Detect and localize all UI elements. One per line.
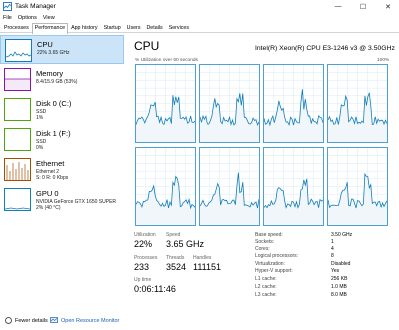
utilization-label: Utilization	[134, 232, 156, 238]
sidebar-gpu-name: GPU 0	[36, 189, 59, 198]
logical-processor-graphs	[135, 64, 390, 229]
chevron-up-icon[interactable]	[5, 317, 12, 324]
tab-performance[interactable]: Performance	[31, 23, 69, 34]
tab-app-history[interactable]: App history	[68, 23, 101, 32]
utilization-value: 22%	[134, 239, 153, 249]
core-graph-0	[135, 64, 196, 143]
spec-label: Base speed:	[255, 232, 283, 238]
spec-value: Yes	[331, 268, 340, 274]
minimize-button[interactable]: —	[327, 0, 349, 13]
spec-label: Cores:	[255, 246, 270, 252]
handles-label: Handles	[193, 255, 212, 261]
utilization-graph-max: 100%	[377, 58, 390, 63]
sidebar-cpu-name: CPU	[37, 40, 53, 49]
core-graph-4	[135, 147, 196, 226]
sidebar-disk1-name: Disk 1 (F:)	[36, 129, 71, 138]
window-title: Task Manager	[15, 3, 56, 10]
threads-label: Threads	[166, 255, 185, 261]
spec-value: 8	[331, 253, 334, 259]
core-graph-1	[199, 64, 260, 143]
maximize-button[interactable]: ☐	[352, 0, 374, 13]
tab-users[interactable]: Users	[124, 23, 144, 32]
memory-thumbnail-graph	[4, 68, 31, 91]
uptime-label: Up time	[134, 277, 152, 283]
sidebar-disk0-name: Disk 0 (C:)	[36, 99, 72, 108]
spec-value: 4	[331, 246, 334, 252]
sidebar-cpu-usage: 22% 3.65 GHz	[37, 50, 70, 56]
disk-1-thumbnail-graph	[4, 128, 31, 151]
sidebar-item-disk-0[interactable]: Disk 0 (C:) SSD 1%	[0, 95, 124, 124]
sidebar-item-disk-1[interactable]: Disk 1 (F:) SSD 0%	[0, 125, 124, 154]
menu-options[interactable]: Options	[15, 13, 40, 23]
ethernet-thumbnail-graph	[4, 158, 31, 181]
sidebar-disk1-usage: 0%	[36, 145, 44, 151]
tab-strip: Processes Performance App history Startu…	[0, 23, 399, 34]
sidebar-disk0-usage: 1%	[36, 115, 44, 121]
utilization-graph-label: % Utilization over 60 seconds	[135, 58, 198, 63]
tab-startup[interactable]: Startup	[101, 23, 124, 32]
spec-value: 8.0 MB	[331, 292, 347, 298]
resource-sidebar: CPU 22% 3.65 GHz Memory 8.4/15.9 GB (53%…	[0, 34, 124, 216]
sidebar-item-memory[interactable]: Memory 8.4/15.9 GB (53%)	[0, 65, 124, 94]
core-graph-5	[199, 147, 260, 226]
sidebar-memory-name: Memory	[36, 69, 64, 78]
core-graph-6	[263, 147, 324, 226]
open-resource-monitor-link[interactable]: Open Resource Monitor	[61, 312, 119, 330]
core-graph-3	[327, 64, 388, 143]
spec-value: 1.0 MB	[331, 284, 347, 290]
spec-label: Logical processors:	[255, 253, 299, 259]
core-graph-7	[327, 147, 388, 226]
cpu-model-name: Intel(R) Xeon(R) CPU E3-1246 v3 @ 3.50GH…	[255, 45, 395, 52]
cpu-thumbnail-graph	[5, 39, 32, 62]
tab-processes[interactable]: Processes	[1, 23, 32, 32]
tab-services[interactable]: Services	[166, 23, 192, 32]
sidebar-gpu-usage: 2% (40 °C)	[36, 205, 61, 211]
gpu-thumbnail-graph	[4, 188, 31, 211]
footer-bar: Fewer details Open Resource Monitor	[0, 312, 399, 330]
task-manager-icon	[3, 2, 12, 11]
speed-value: 3.65 GHz	[166, 239, 205, 249]
resource-monitor-icon[interactable]	[50, 317, 58, 324]
spec-value: Disabled	[331, 261, 351, 267]
title-bar: Task Manager — ☐ ✕	[0, 0, 399, 13]
spec-label: Hyper-V support:	[255, 268, 293, 274]
sidebar-item-cpu[interactable]: CPU 22% 3.65 GHz	[0, 35, 124, 64]
spec-label: Sockets:	[255, 239, 275, 245]
spec-value: 1	[331, 239, 334, 245]
sidebar-ethernet-name: Ethernet	[36, 159, 65, 168]
spec-label: L2 cache:	[255, 284, 277, 290]
spec-label: Virtualization:	[255, 261, 285, 267]
processes-label: Processes	[134, 255, 158, 261]
menu-bar: File Options View	[0, 13, 399, 23]
spec-value: 256 KB	[331, 276, 348, 282]
disk-0-thumbnail-graph	[4, 98, 31, 121]
processes-value: 233	[134, 262, 150, 272]
threads-value: 3524	[166, 262, 187, 272]
fewer-details-link[interactable]: Fewer details	[15, 312, 48, 330]
core-graph-2	[263, 64, 324, 143]
uptime-value: 0:06:11:46	[134, 284, 176, 294]
handles-value: 111151	[193, 262, 222, 272]
tab-details[interactable]: Details	[143, 23, 165, 32]
spec-value: 3.50 GHz	[331, 232, 353, 238]
speed-label: Speed	[166, 232, 181, 238]
spec-label: L1 cache:	[255, 276, 277, 282]
sidebar-ethernet-throughput: S: 0 R: 0 Kbps	[36, 175, 69, 181]
sidebar-item-gpu[interactable]: GPU 0 NVIDIA GeForce GTX 1650 SUPER 2% (…	[0, 185, 124, 214]
spec-label: L3 cache:	[255, 292, 277, 298]
sidebar-memory-usage: 8.4/15.9 GB (53%)	[36, 79, 78, 85]
close-button[interactable]: ✕	[377, 0, 399, 13]
menu-file[interactable]: File	[0, 13, 15, 23]
sidebar-item-ethernet[interactable]: Ethernet Ethernet 2 S: 0 R: 0 Kbps	[0, 155, 124, 184]
menu-view[interactable]: View	[40, 13, 58, 23]
page-title: CPU	[134, 39, 160, 53]
